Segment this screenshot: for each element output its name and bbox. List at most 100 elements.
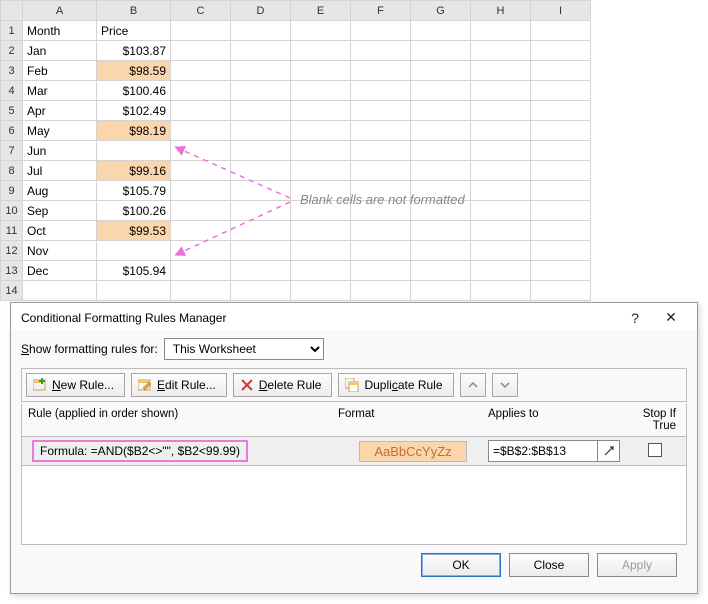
new-rule-button[interactable]: New Rule... xyxy=(26,373,125,397)
worksheet-grid[interactable]: A B C D E F G H I 1MonthPrice2Jan$103.87… xyxy=(0,0,591,301)
cell[interactable] xyxy=(411,261,471,281)
cell[interactable] xyxy=(531,121,591,141)
cell[interactable]: Dec xyxy=(23,261,97,281)
cell[interactable] xyxy=(351,241,411,261)
col-header-F[interactable]: F xyxy=(351,1,411,21)
cell[interactable] xyxy=(351,61,411,81)
cell[interactable] xyxy=(531,201,591,221)
row-header[interactable]: 6 xyxy=(1,121,23,141)
cell[interactable] xyxy=(97,241,171,261)
cell[interactable] xyxy=(471,21,531,41)
cell[interactable] xyxy=(471,241,531,261)
col-header-A[interactable]: A xyxy=(23,1,97,21)
cell[interactable] xyxy=(471,101,531,121)
col-header-H[interactable]: H xyxy=(471,1,531,21)
cell[interactable] xyxy=(351,221,411,241)
cell[interactable] xyxy=(231,201,291,221)
cell[interactable] xyxy=(231,221,291,241)
cell[interactable] xyxy=(471,81,531,101)
cell[interactable]: $100.46 xyxy=(97,81,171,101)
cell[interactable] xyxy=(351,41,411,61)
cell[interactable]: $105.79 xyxy=(97,181,171,201)
select-all-corner[interactable] xyxy=(1,1,23,21)
cell[interactable] xyxy=(231,161,291,181)
cell[interactable] xyxy=(471,281,531,301)
cell[interactable] xyxy=(531,221,591,241)
close-button[interactable]: Close xyxy=(509,553,589,577)
cell[interactable] xyxy=(471,261,531,281)
row-header[interactable]: 2 xyxy=(1,41,23,61)
cell[interactable] xyxy=(411,21,471,41)
cell[interactable] xyxy=(231,121,291,141)
cell[interactable] xyxy=(171,121,231,141)
cell[interactable] xyxy=(411,141,471,161)
col-header-B[interactable]: B xyxy=(97,1,171,21)
cell[interactable]: $98.19 xyxy=(97,121,171,141)
cell[interactable] xyxy=(231,21,291,41)
cell[interactable] xyxy=(411,41,471,61)
cell[interactable] xyxy=(471,121,531,141)
cell[interactable]: Jan xyxy=(23,41,97,61)
cell[interactable] xyxy=(291,61,351,81)
range-picker-button[interactable] xyxy=(598,440,620,462)
cell[interactable] xyxy=(231,241,291,261)
cell[interactable]: Aug xyxy=(23,181,97,201)
cell[interactable] xyxy=(231,141,291,161)
cell[interactable] xyxy=(231,41,291,61)
row-header[interactable]: 13 xyxy=(1,261,23,281)
cell[interactable]: Jun xyxy=(23,141,97,161)
cell[interactable] xyxy=(171,81,231,101)
cell[interactable] xyxy=(351,121,411,141)
cell[interactable]: Month xyxy=(23,21,97,41)
delete-rule-button[interactable]: Delete Rule xyxy=(233,373,333,397)
row-header[interactable]: 12 xyxy=(1,241,23,261)
cell[interactable] xyxy=(531,261,591,281)
row-header[interactable]: 14 xyxy=(1,281,23,301)
cell[interactable] xyxy=(471,41,531,61)
cell[interactable] xyxy=(411,161,471,181)
cell[interactable]: May xyxy=(23,121,97,141)
cell[interactable] xyxy=(531,161,591,181)
row-header[interactable]: 11 xyxy=(1,221,23,241)
edit-rule-button[interactable]: Edit Rule... xyxy=(131,373,227,397)
cell[interactable] xyxy=(171,221,231,241)
cell[interactable] xyxy=(351,81,411,101)
cell[interactable]: Mar xyxy=(23,81,97,101)
cell[interactable] xyxy=(531,241,591,261)
cell[interactable]: Feb xyxy=(23,61,97,81)
cell[interactable] xyxy=(411,101,471,121)
move-up-button[interactable] xyxy=(460,373,486,397)
stop-if-true-checkbox[interactable] xyxy=(648,443,662,457)
cell[interactable] xyxy=(471,201,531,221)
cell[interactable] xyxy=(171,141,231,161)
row-header[interactable]: 7 xyxy=(1,141,23,161)
cell[interactable] xyxy=(351,161,411,181)
duplicate-rule-button[interactable]: Duplicate Rule xyxy=(338,373,453,397)
cell[interactable] xyxy=(411,61,471,81)
cell[interactable] xyxy=(291,21,351,41)
cell[interactable] xyxy=(23,281,97,301)
help-button[interactable]: ? xyxy=(617,310,653,326)
cell[interactable] xyxy=(231,261,291,281)
cell[interactable]: $105.94 xyxy=(97,261,171,281)
cell[interactable]: Jul xyxy=(23,161,97,181)
cell[interactable]: $99.16 xyxy=(97,161,171,181)
cell[interactable] xyxy=(171,21,231,41)
cell[interactable]: $98.59 xyxy=(97,61,171,81)
cell[interactable] xyxy=(411,121,471,141)
cell[interactable] xyxy=(291,241,351,261)
cell[interactable]: Nov xyxy=(23,241,97,261)
applies-to-input[interactable] xyxy=(488,440,598,462)
cell[interactable] xyxy=(411,281,471,301)
cell[interactable] xyxy=(411,221,471,241)
apply-button[interactable]: Apply xyxy=(597,553,677,577)
ok-button[interactable]: OK xyxy=(421,553,501,577)
cell[interactable] xyxy=(171,241,231,261)
cell[interactable] xyxy=(291,141,351,161)
row-header[interactable]: 4 xyxy=(1,81,23,101)
cell[interactable] xyxy=(291,161,351,181)
col-header-G[interactable]: G xyxy=(411,1,471,21)
cell[interactable] xyxy=(291,41,351,61)
cell[interactable] xyxy=(531,61,591,81)
cell[interactable] xyxy=(471,61,531,81)
